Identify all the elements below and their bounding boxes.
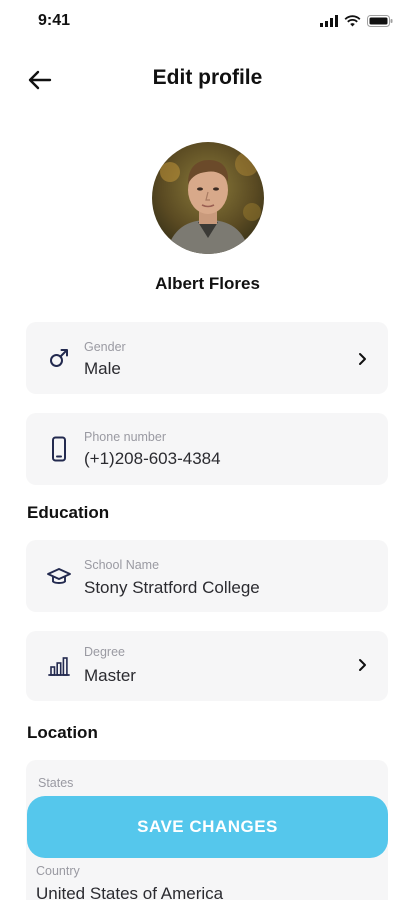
country-label: Country: [36, 864, 80, 878]
male-symbol-icon: [46, 345, 72, 371]
page-title: Edit profile: [152, 66, 263, 89]
status-time: 9:41: [38, 12, 71, 29]
phone-field[interactable]: Phone number (+1)208-603-4384: [26, 413, 388, 485]
profile-photo: [152, 142, 264, 254]
smartphone-icon: [46, 436, 72, 462]
wifi-icon: [344, 15, 361, 27]
degree-value: Master: [84, 666, 136, 685]
location-heading: Location: [27, 723, 98, 742]
save-changes-button[interactable]: SAVE CHANGES: [27, 796, 388, 858]
degree-label: Degree: [84, 645, 125, 659]
school-label: School Name: [84, 558, 160, 572]
status-icons: [320, 15, 393, 27]
phone-label: Phone number: [84, 430, 167, 444]
graduation-cap-icon: [46, 564, 72, 590]
degree-field[interactable]: Degree Master: [26, 631, 388, 701]
gender-field[interactable]: Gender Male: [26, 322, 388, 394]
status-bar: 9:41: [0, 0, 415, 44]
country-value[interactable]: United States of America: [36, 884, 223, 904]
header: Edit profile: [0, 58, 415, 102]
chevron-right-icon: [359, 659, 366, 671]
gender-label: Gender: [84, 340, 126, 354]
states-label: States: [38, 776, 74, 790]
avatar[interactable]: [152, 142, 264, 254]
school-field[interactable]: School Name Stony Stratford College: [26, 540, 388, 612]
school-value: Stony Stratford College: [84, 578, 260, 597]
user-name: Albert Flores: [155, 274, 260, 293]
battery-icon: [367, 15, 393, 27]
chevron-right-icon: [359, 353, 366, 365]
phone-value: (+1)208-603-4384: [84, 449, 221, 468]
gender-value: Male: [84, 359, 121, 378]
bar-chart-icon: [46, 653, 72, 679]
education-heading: Education: [27, 503, 110, 522]
cellular-signal-icon: [320, 15, 338, 27]
